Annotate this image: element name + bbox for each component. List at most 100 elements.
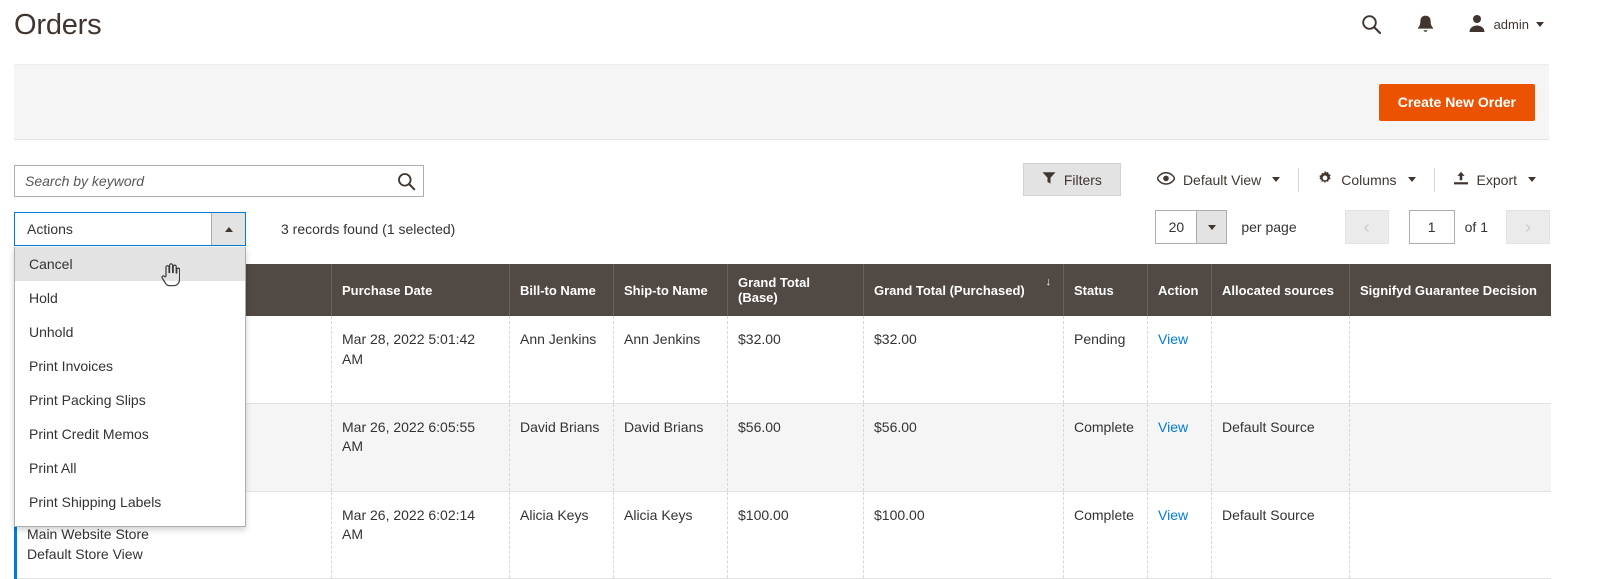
cell-bill-to-name: Alicia Keys	[509, 491, 614, 579]
search-submit-button[interactable]	[393, 169, 419, 193]
toolbar-divider	[1298, 167, 1300, 192]
cell-action: View	[1147, 491, 1212, 579]
page-nav: ‹ of 1 ›	[1344, 210, 1550, 244]
cell-ship-to-name: David Brians	[613, 403, 728, 492]
records-found-label: 3 records found (1 selected)	[281, 221, 456, 237]
search-box[interactable]	[14, 165, 424, 197]
cell-allocated-sources: Default Source	[1211, 403, 1350, 492]
chevron-up-icon	[224, 226, 233, 232]
cell-grand-total-base: $56.00	[727, 403, 864, 492]
eye-icon	[1156, 171, 1176, 188]
cell-action: View	[1147, 316, 1212, 404]
actions-menu-item-print-credit-memos[interactable]: Print Credit Memos	[15, 417, 245, 451]
export-upload-icon	[1453, 171, 1469, 189]
search-input[interactable]	[15, 166, 381, 196]
cell-purchase-date: Mar 26, 2022 6:02:14 AM	[331, 491, 510, 579]
default-view-label: Default View	[1182, 171, 1262, 188]
pagination: 20 per page ‹ of 1 ›	[1155, 210, 1550, 244]
cell-allocated-sources	[1211, 316, 1350, 404]
columns-label: Columns	[1341, 171, 1397, 188]
cell-signifyd-decision	[1349, 316, 1551, 404]
grid-actions-row: Actions 3 records found (1 selected) 20 …	[0, 210, 1600, 248]
toolbar-divider	[1433, 167, 1435, 192]
column-header-purchase-date[interactable]: Purchase Date	[331, 264, 510, 316]
page-title: Orders	[14, 9, 102, 41]
chevron-down-icon	[1272, 177, 1281, 182]
sort-descending-icon: ↓	[1045, 276, 1052, 288]
actions-dropdown-menu: Cancel Hold Unhold Print Invoices Print …	[14, 247, 246, 527]
gear-icon	[1317, 170, 1333, 189]
cell-grand-total-purchased: $32.00	[863, 316, 1064, 404]
actions-select-label: Actions	[27, 221, 73, 237]
chevron-down-icon	[1536, 21, 1544, 27]
actions-menu-item-unhold[interactable]: Unhold	[15, 315, 245, 349]
create-new-order-button[interactable]: Create New Order	[1378, 84, 1535, 122]
cell-signifyd-decision	[1349, 491, 1551, 579]
chevron-down-icon	[1207, 224, 1216, 230]
column-header-grand-total-base[interactable]: Grand Total (Base)	[727, 264, 864, 316]
actions-menu-item-print-shipping-labels[interactable]: Print Shipping Labels	[15, 485, 245, 519]
cell-grand-total-purchased: $56.00	[863, 403, 1064, 492]
cell-bill-to-name: David Brians	[509, 403, 614, 492]
view-order-link[interactable]: View	[1158, 419, 1188, 435]
actions-select[interactable]: Actions	[14, 212, 246, 246]
column-header-action[interactable]: Action	[1147, 264, 1212, 316]
page-actions-strip: Create New Order	[14, 64, 1549, 140]
cell-status: Complete	[1063, 491, 1148, 579]
page-total-label: of 1	[1464, 219, 1488, 235]
grid-toolbar: Filters Default View Columns Export	[0, 160, 1600, 206]
actions-menu-item-hold[interactable]: Hold	[15, 281, 245, 315]
previous-page-button[interactable]: ‹	[1344, 210, 1389, 244]
cell-allocated-sources: Default Source	[1211, 491, 1350, 579]
column-header-status[interactable]: Status	[1063, 264, 1148, 316]
cell-grand-total-base: $100.00	[727, 491, 864, 579]
cell-bill-to-name: Ann Jenkins	[509, 316, 614, 404]
cell-ship-to-name: Alicia Keys	[613, 491, 728, 579]
columns-button[interactable]: Columns	[1303, 162, 1429, 197]
column-header-ship-to-name[interactable]: Ship-to Name	[613, 264, 728, 316]
view-order-link[interactable]: View	[1158, 331, 1188, 347]
cell-purchase-date: Mar 26, 2022 6:05:55 AM	[331, 403, 510, 492]
page-header: Orders admin	[0, 0, 1600, 58]
per-page-toggle[interactable]	[1196, 211, 1227, 243]
per-page-select[interactable]: 20	[1155, 210, 1228, 244]
header-tools: admin	[1359, 11, 1544, 37]
column-header-allocated-sources[interactable]: Allocated sources	[1211, 264, 1350, 316]
default-view-button[interactable]: Default View	[1143, 164, 1294, 196]
view-order-link[interactable]: View	[1158, 507, 1188, 523]
cell-status: Complete	[1063, 403, 1148, 492]
cell-purchase-date: Mar 28, 2022 5:01:42 AM	[331, 316, 510, 404]
filter-funnel-icon	[1042, 171, 1056, 188]
user-avatar-icon	[1467, 13, 1487, 36]
next-page-button[interactable]: ›	[1506, 210, 1550, 244]
filters-button[interactable]: Filters	[1022, 163, 1121, 196]
actions-menu-item-print-invoices[interactable]: Print Invoices	[15, 349, 245, 383]
cell-signifyd-decision	[1349, 403, 1551, 492]
actions-menu-item-print-all[interactable]: Print All	[15, 451, 245, 485]
actions-menu-item-print-packing-slips[interactable]: Print Packing Slips	[15, 383, 245, 417]
column-header-grand-total-purchased-label: Grand Total (Purchased)	[874, 282, 1025, 298]
chevron-down-icon	[1407, 177, 1416, 182]
chevron-down-icon	[1528, 177, 1536, 182]
column-header-grand-total-purchased[interactable]: Grand Total (Purchased) ↓	[863, 264, 1064, 316]
cell-grand-total-purchased: $100.00	[863, 491, 1064, 579]
per-page-value: 20	[1168, 219, 1185, 235]
export-button[interactable]: Export	[1439, 163, 1550, 197]
admin-name: admin	[1493, 16, 1529, 32]
page-number-input[interactable]	[1408, 210, 1455, 244]
per-page-label: per page	[1241, 219, 1297, 235]
column-header-signifyd-decision[interactable]: Signifyd Guarantee Decision	[1349, 264, 1551, 316]
cell-grand-total-base: $32.00	[727, 316, 864, 404]
actions-menu-item-cancel[interactable]: Cancel	[15, 247, 245, 281]
bell-icon[interactable]	[1413, 11, 1439, 37]
column-header-bill-to-name[interactable]: Bill-to Name	[509, 264, 614, 316]
toolbar-controls: Filters Default View Columns Export	[1022, 162, 1550, 197]
cell-ship-to-name: Ann Jenkins	[613, 316, 728, 404]
cell-action: View	[1147, 403, 1212, 492]
search-icon[interactable]	[1359, 11, 1385, 37]
actions-toggle-button[interactable]	[211, 213, 245, 245]
export-label: Export	[1476, 171, 1517, 188]
filters-label: Filters	[1063, 171, 1102, 188]
cell-status: Pending	[1063, 316, 1148, 404]
admin-menu[interactable]: admin	[1467, 13, 1544, 36]
